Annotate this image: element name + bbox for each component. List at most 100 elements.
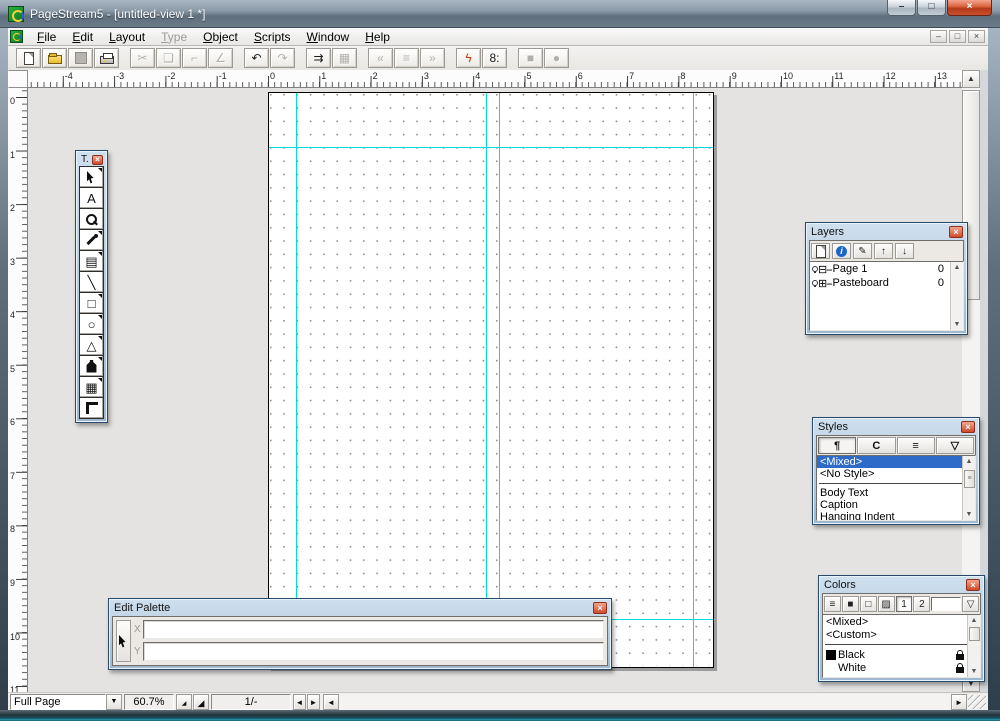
scroll-right-button[interactable]: ► [951, 694, 967, 710]
color-item[interactable]: Black [823, 648, 980, 661]
mdi-close-button[interactable]: × [968, 30, 985, 43]
styles-scrollbar-thumb[interactable]: ≡ [964, 470, 975, 488]
styles-close-button[interactable]: × [961, 421, 975, 433]
close-button[interactable]: × [947, 0, 992, 16]
mdi-restore-button[interactable]: □ [949, 30, 966, 43]
character-styles-tab[interactable]: C [857, 437, 895, 454]
style-item[interactable]: Hanging Indent [817, 511, 975, 521]
text-tool[interactable]: A [79, 187, 104, 209]
menu-edit[interactable]: Edit [64, 29, 101, 45]
move-layer-down-button[interactable]: ↓ [895, 243, 914, 259]
undo-button[interactable]: ↶ [244, 48, 269, 68]
scroll-left-button[interactable]: ◄ [323, 694, 339, 710]
zoom-level[interactable]: 60.7% [124, 694, 174, 710]
menu-scripts[interactable]: Scripts [246, 29, 299, 45]
y-field[interactable] [143, 642, 604, 661]
colors-scrollbar-thumb[interactable] [969, 627, 980, 641]
pointer-tool[interactable] [79, 166, 104, 188]
zoom-in-button[interactable]: ◢ [193, 694, 209, 710]
style-item[interactable]: <No Style> [817, 468, 975, 480]
eyedropper-tool[interactable] [79, 229, 104, 251]
menu-help[interactable]: Help [357, 29, 398, 45]
previous-page-button[interactable]: ◄ [293, 694, 306, 710]
style-item[interactable]: <Mixed> [817, 456, 975, 468]
color-palette-2-button[interactable]: 2 [913, 596, 930, 612]
x-field[interactable] [143, 620, 604, 639]
edit-palette-pointer-button[interactable] [116, 620, 131, 662]
styles-menu-tab[interactable]: ▽ [936, 437, 974, 454]
color-palette-1-button[interactable]: 1 [896, 596, 913, 612]
style-item[interactable]: Body Text [817, 487, 975, 499]
margin-guide-left[interactable] [296, 93, 297, 667]
page[interactable] [268, 92, 714, 668]
new-layer-button[interactable] [811, 243, 830, 259]
margin-guide-right[interactable] [693, 93, 694, 667]
color-stroke-button[interactable]: □ [860, 596, 877, 612]
column-guide-right[interactable] [499, 93, 500, 667]
layer-row[interactable]: ⊞--Pasteboard0 [810, 276, 963, 290]
menu-window[interactable]: Window [299, 29, 358, 45]
colors-list[interactable]: ▲ ▼ <Mixed><Custom> BlackWhite [822, 614, 981, 678]
next-page-button[interactable]: ► [307, 694, 320, 710]
margin-guide-top[interactable] [269, 147, 713, 148]
scroll-down-icon[interactable]: ▼ [952, 321, 962, 328]
color-item[interactable]: White [823, 661, 980, 674]
layer-row[interactable]: ⊟--Page 10 [810, 262, 963, 276]
scroll-up-icon[interactable]: ▲ [969, 617, 979, 624]
text-styles-tab[interactable]: ≡ [897, 437, 935, 454]
page-indicator[interactable]: 1/- [211, 694, 291, 710]
layer-visible-icon[interactable] [812, 280, 817, 287]
styles-title-bar[interactable]: Styles × [816, 421, 976, 435]
edit-layer-button[interactable]: ✎ [853, 243, 872, 259]
menu-type[interactable]: Type [153, 29, 195, 45]
grid-tool[interactable]: ▦ [79, 376, 104, 398]
maximize-button[interactable]: □ [917, 0, 946, 16]
resize-grip[interactable] [968, 695, 986, 709]
tree-expander-icon[interactable]: ⊟-- [818, 263, 832, 276]
menu-file[interactable]: File [29, 29, 64, 45]
colors-title-bar[interactable]: Colors × [822, 579, 981, 593]
box-tool[interactable]: □ [79, 292, 104, 314]
print-document-button[interactable] [94, 48, 119, 68]
ellipse-tool[interactable]: ○ [79, 313, 104, 335]
scroll-up-button[interactable]: ▲ [962, 70, 980, 88]
scroll-down-icon[interactable]: ▼ [964, 511, 974, 518]
new-document-button[interactable] [16, 48, 41, 68]
view-mode-dropdown[interactable]: Full Page ▼ [10, 694, 122, 710]
style-item[interactable]: Caption [817, 499, 975, 511]
polygon-tool[interactable]: △ [79, 334, 104, 356]
menu-object[interactable]: Object [195, 29, 246, 45]
scroll-up-icon[interactable]: ▲ [964, 458, 974, 465]
column-guide-left[interactable] [486, 93, 487, 667]
color-none-button[interactable]: ▨ [878, 596, 895, 612]
edit-palette-title-bar[interactable]: Edit Palette × [112, 602, 608, 616]
menu-layout[interactable]: Layout [101, 29, 153, 45]
color-item[interactable]: <Custom> [823, 628, 980, 641]
scroll-up-icon[interactable]: ▲ [952, 264, 962, 271]
text-frame-tool[interactable]: ▤ [79, 250, 104, 272]
ink-tool[interactable] [79, 355, 104, 377]
layers-title-bar[interactable]: Layers × [809, 226, 964, 240]
magnify-tool[interactable] [79, 208, 104, 230]
open-document-button[interactable] [42, 48, 67, 68]
tree-expander-icon[interactable]: ⊞-- [818, 277, 832, 290]
colors-close-button[interactable]: × [966, 579, 980, 591]
minimize-button[interactable]: – [887, 0, 916, 16]
corner-tool[interactable] [79, 397, 104, 419]
toolbox-close-button[interactable]: × [92, 155, 103, 165]
line-tool[interactable]: ╲ [79, 271, 104, 293]
color-text-lines-button[interactable]: ≡ [824, 596, 841, 612]
mdi-minimize-button[interactable]: – [930, 30, 947, 43]
color-swatch[interactable] [931, 597, 961, 611]
move-layer-up-button[interactable]: ↑ [874, 243, 893, 259]
color-menu-button[interactable]: ▽ [962, 596, 979, 612]
document-icon[interactable] [10, 30, 23, 43]
styles-scrollbar[interactable]: ▲ ≡ ▼ [962, 456, 975, 520]
layer-info-button[interactable]: i [832, 243, 851, 259]
colors-scrollbar[interactable]: ▲ ▼ [967, 615, 980, 677]
color-fill-button[interactable]: ■ [842, 596, 859, 612]
zoom-out-button[interactable]: ◢ [176, 694, 192, 710]
color-item[interactable]: <Mixed> [823, 615, 980, 628]
scroll-down-icon[interactable]: ▼ [969, 668, 979, 675]
chevron-down-icon[interactable]: ▼ [106, 694, 122, 710]
